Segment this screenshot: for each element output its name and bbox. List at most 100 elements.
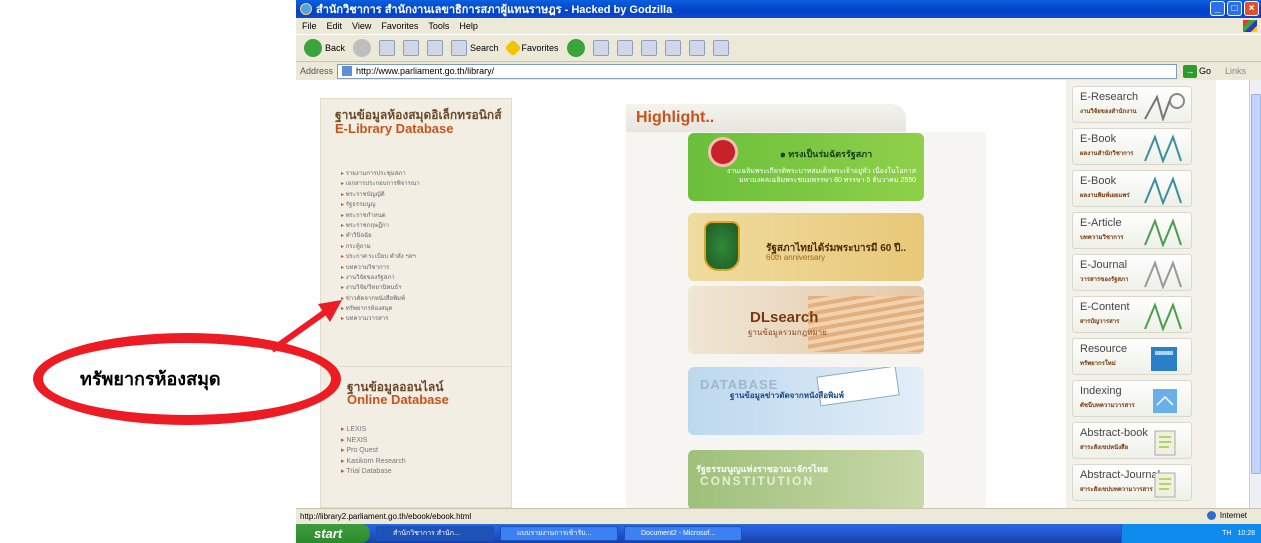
folder-icon[interactable] — [664, 40, 681, 56]
list-item[interactable]: รายงานการประชุมสภา — [341, 169, 420, 179]
tile-abstract-journal[interactable]: Abstract-Journal สาระสังเขปบทความวารสาร — [1072, 464, 1192, 501]
print-icon[interactable] — [616, 40, 633, 56]
list-item[interactable]: คำวินิจฉัย — [341, 231, 420, 241]
book-icon — [1141, 133, 1187, 164]
menu-tools[interactable]: Tools — [428, 21, 449, 31]
mail-icon[interactable] — [592, 40, 609, 56]
tile-resource[interactable]: Resource ทรัพยากรใหม่ — [1072, 338, 1192, 375]
maximize-button[interactable]: □ — [1227, 1, 1242, 16]
index-icon — [1141, 385, 1187, 415]
taskbar-item[interactable]: แบบรายงานการเข้ารับ... — [500, 526, 618, 541]
list-item[interactable]: พระราชบัญญัติ — [341, 190, 420, 200]
list-item[interactable]: งานวิจัย/วิทยานิพนธ์ฯ — [341, 283, 420, 293]
taskbar-item[interactable]: Document2 - Microsof... — [624, 526, 742, 541]
toolbar: Back Search Favorites — [296, 34, 1261, 62]
tile-e-article[interactable]: E-Article บทความวิชาการ — [1072, 212, 1192, 249]
list-item[interactable]: เอกสารประกอบการพิจารณา — [341, 179, 420, 189]
menu-favorites[interactable]: Favorites — [381, 21, 418, 31]
messenger-icon[interactable] — [712, 40, 729, 56]
list-item[interactable]: กระทู้ถาม — [341, 242, 420, 252]
tile-abstract-book[interactable]: Abstract-book สาระสังเขปหนังสือ — [1072, 422, 1192, 459]
address-label: Address — [300, 66, 334, 76]
minimize-button[interactable]: _ — [1210, 1, 1225, 16]
title-bar[interactable]: สำนักวิชาการ สำนักงานเลขาธิการสภาผู้แทนร… — [296, 0, 1261, 18]
star-icon — [504, 39, 522, 57]
online-title-en: Online Database — [347, 392, 449, 407]
list-item[interactable]: Kasikorn Research — [341, 457, 405, 468]
highlight-title: Highlight.. — [636, 109, 715, 126]
menu-help[interactable]: Help — [459, 21, 478, 31]
article-icon — [1141, 217, 1187, 248]
windows-logo-icon — [1243, 20, 1257, 32]
forward-button[interactable] — [353, 39, 372, 57]
close-button[interactable]: × — [1244, 1, 1259, 16]
highlight-header: Highlight.. — [626, 104, 906, 132]
research-icon[interactable] — [688, 40, 705, 56]
refresh-icon[interactable] — [403, 40, 420, 56]
royal-seal-icon — [708, 137, 738, 167]
menu-file[interactable]: File — [302, 21, 317, 31]
list-item[interactable]: NEXIS — [341, 436, 406, 447]
system-tray: TH 10:28 — [1121, 524, 1261, 543]
address-bar: Address http://www.parliament.go.th/libr… — [296, 62, 1261, 80]
back-button[interactable]: Back — [304, 39, 345, 57]
list-item[interactable]: บทความวารสาร — [341, 314, 420, 324]
go-button[interactable]: → Go — [1183, 64, 1211, 78]
language-indicator[interactable]: TH — [1222, 530, 1231, 537]
status-bar: http://library2.parliament.go.th/ebook/e… — [296, 508, 1261, 524]
parliament-emblem-icon — [704, 221, 740, 271]
home-icon[interactable] — [427, 40, 444, 56]
stop-icon[interactable] — [379, 40, 396, 56]
forward-arrow-icon — [353, 39, 372, 57]
highlight-card-constitution[interactable]: รัฐธรรมนูญแห่งราชอาณาจักรไทย CONSTITUTIO… — [688, 450, 924, 508]
elibrary-panel: ฐานข้อมูลห้องสมุดอิเล็กทรอนิกส์ E-Librar… — [320, 98, 512, 373]
list-item[interactable]: บทความวิชาการ — [341, 263, 420, 273]
list-item[interactable]: รัฐธรรมนูญ — [341, 200, 420, 210]
callout-label: ทรัพยากรห้องสมุด — [80, 369, 221, 390]
list-item[interactable]: งานวิจัยของรัฐสภา — [341, 273, 420, 283]
highlight-card-database[interactable]: DATABASE ฐานข้อมูลข่าวตัดจากหนังสือพิมพ์ — [688, 367, 924, 435]
highlight-card-king[interactable]: ๑ ทรงเป็นร่มฉัตรรัฐสภา งานเฉลิมพระเกียรต… — [688, 133, 924, 201]
magnifier-icon — [1141, 91, 1187, 123]
history-icon[interactable] — [566, 39, 585, 57]
tile-e-research[interactable]: E-Research งานวิจัยของสำนักงาน — [1072, 86, 1192, 123]
status-url: http://library2.parliament.go.th/ebook/e… — [300, 512, 472, 521]
list-item[interactable]: LEXIS — [341, 425, 406, 436]
tile-e-book-academic[interactable]: E-Book ผลงานสำนักวิชาการ — [1072, 128, 1192, 165]
start-button[interactable]: start — [296, 524, 370, 543]
window-title: สำนักวิชาการ สำนักงานเลขาธิการสภาผู้แทนร… — [316, 4, 673, 16]
address-input[interactable]: http://www.parliament.go.th/library/ — [337, 63, 1178, 79]
favorites-button[interactable]: Favorites — [504, 39, 559, 57]
highlight-card-anniversary[interactable]: รัฐสภาไทยได้ร่มพระบารมี 60 ปี.. 60th ann… — [688, 213, 924, 281]
search-button[interactable]: Search — [451, 40, 499, 56]
list-item[interactable]: พระราชกฤษฎีกา — [341, 221, 420, 231]
notepad-icon — [1141, 427, 1187, 457]
list-item[interactable]: Pro Quest — [341, 446, 406, 457]
elibrary-title-en: E-Library Database — [335, 121, 454, 136]
list-item[interactable]: Trial Database — [341, 467, 406, 478]
address-url: http://www.parliament.go.th/library/ — [356, 66, 495, 76]
notepad-icon — [1141, 469, 1187, 499]
tile-e-content[interactable]: E-Content สารบัญวารสาร — [1072, 296, 1192, 333]
menu-view[interactable]: View — [352, 21, 371, 31]
menu-edit[interactable]: Edit — [327, 21, 343, 31]
list-item[interactable]: ประกาศ ระเบียบ คำสั่ง ฯลฯ — [341, 252, 420, 262]
menu-bar: File Edit View Favorites Tools Help — [296, 18, 1261, 34]
vertical-scrollbar[interactable] — [1249, 80, 1261, 508]
tile-indexing[interactable]: Indexing ดัชนีบทความวารสาร — [1072, 380, 1192, 417]
online-list: LEXIS NEXIS Pro Quest Kasikorn Research … — [341, 425, 406, 478]
page-icon — [342, 66, 353, 76]
tile-e-book-publications[interactable]: E-Book ผลงานพิมพ์เผยแพร่ — [1072, 170, 1192, 207]
taskbar-item[interactable]: สำนักวิชาการ สำนัก... — [376, 526, 494, 541]
globe-icon — [1206, 511, 1216, 520]
tile-e-journal[interactable]: E-Journal วารสารของรัฐสภา — [1072, 254, 1192, 291]
links-button[interactable]: Links — [1225, 66, 1246, 76]
scrollbar-thumb[interactable] — [1251, 94, 1261, 474]
highlight-card-dlsearch[interactable]: DLsearch ฐานข้อมูลรวมกฎหมาย — [688, 286, 924, 354]
list-item[interactable]: ข่าวตัดจากหนังสือพิมพ์ — [341, 294, 420, 304]
list-item[interactable]: พระราชกำหนด — [341, 211, 420, 221]
edit-icon[interactable] — [640, 40, 657, 56]
content-icon — [1141, 301, 1187, 332]
journal-icon — [1141, 259, 1187, 290]
list-item-library-resources[interactable]: ทรัพยากรห้องสมุด — [341, 304, 420, 314]
